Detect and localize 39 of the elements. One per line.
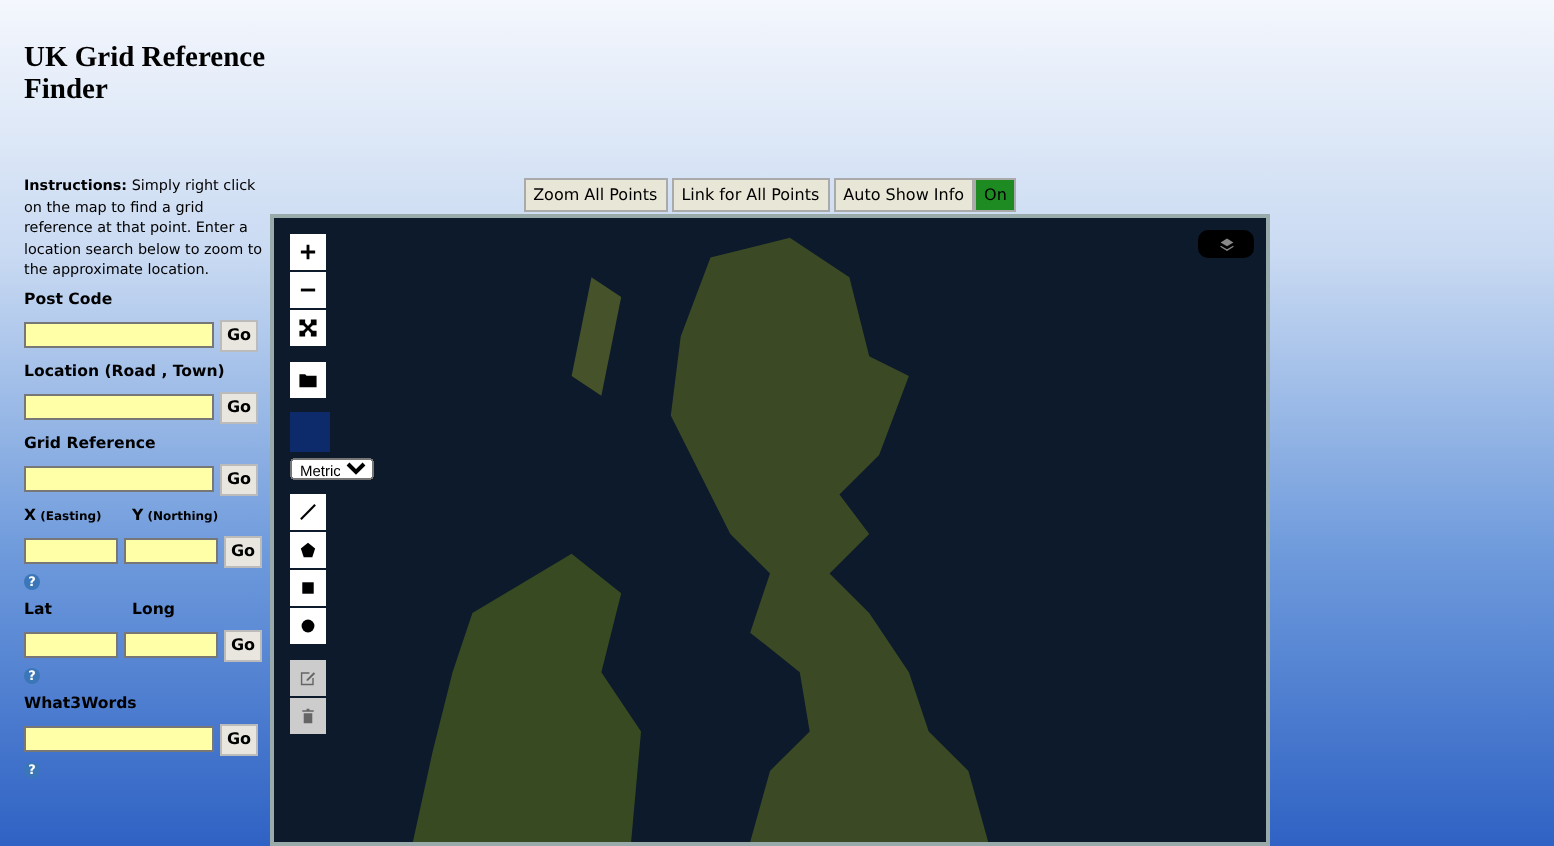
go-button[interactable]: Go <box>220 463 258 496</box>
draw-circle-button[interactable] <box>290 608 326 644</box>
input-field[interactable] <box>24 466 214 493</box>
draw-square-button[interactable] <box>290 570 326 606</box>
input-field[interactable] <box>24 538 118 565</box>
go-button[interactable]: Go <box>220 319 258 352</box>
edit-icon <box>298 668 318 688</box>
go-button[interactable]: Go <box>224 535 262 568</box>
draw-line-button[interactable] <box>290 494 326 530</box>
input-field[interactable] <box>24 322 214 349</box>
toolbar-button[interactable]: Link for All Points <box>671 178 830 212</box>
layers-button[interactable] <box>1198 230 1254 258</box>
go-button[interactable]: Go <box>220 391 258 424</box>
fullscreen-button[interactable] <box>290 310 326 346</box>
circle-icon <box>298 616 318 636</box>
draw-polygon-button[interactable] <box>290 532 326 568</box>
color-swatch[interactable] <box>290 412 330 452</box>
input-field[interactable] <box>24 632 118 659</box>
toolbar-button[interactable]: Zoom All Points <box>523 178 668 212</box>
line-icon <box>298 502 318 522</box>
input-field[interactable] <box>124 632 218 659</box>
go-button[interactable]: Go <box>220 723 258 756</box>
square-icon <box>298 578 318 598</box>
toolbar-button[interactable]: Auto Show Info <box>833 178 975 212</box>
delete-icon <box>298 706 318 726</box>
zoom-out-button[interactable] <box>290 272 326 308</box>
toggle-button[interactable]: On <box>974 178 1017 212</box>
zoom-in-icon <box>298 242 318 262</box>
folder-button[interactable] <box>290 362 326 398</box>
folder-icon <box>298 370 318 390</box>
input-field[interactable] <box>24 726 214 753</box>
go-button[interactable]: Go <box>224 629 262 662</box>
page-title: UK Grid Reference Finder <box>24 42 268 106</box>
input-field[interactable] <box>124 538 218 565</box>
zoom-in-button[interactable] <box>290 234 326 270</box>
fullscreen-icon <box>298 318 318 338</box>
layers-icon <box>1217 235 1235 253</box>
input-field[interactable] <box>24 394 214 421</box>
polygon-icon <box>298 540 318 560</box>
